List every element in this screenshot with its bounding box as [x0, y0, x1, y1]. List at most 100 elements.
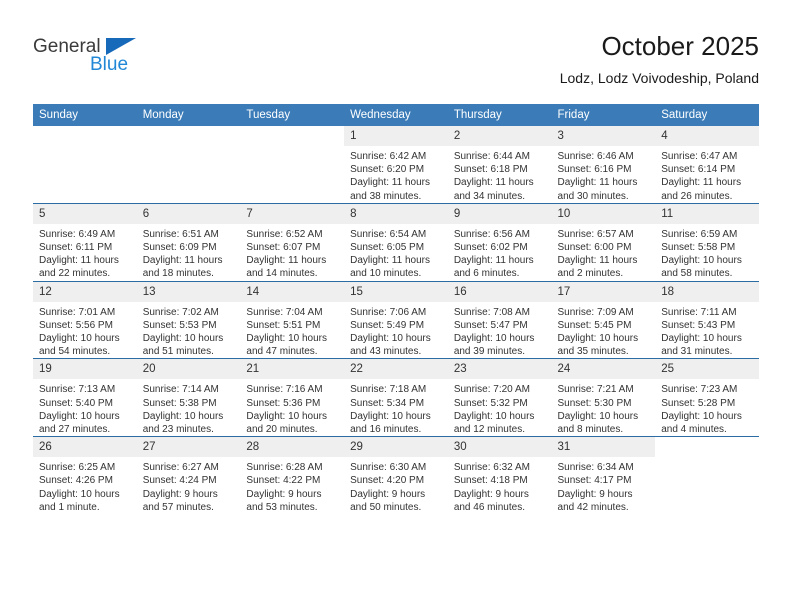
- calendar-day-cell[interactable]: 5 Sunrise: 6:49 AM Sunset: 6:11 PM Daylight…: [33, 202, 137, 282]
- calendar-day-cell[interactable]: 11 Sunrise: 6:59 AM Sunset: 5:58 PM Dayligh…: [655, 202, 759, 282]
- day-info-line: Daylight: 9 hours: [557, 488, 633, 500]
- day-number: 8: [344, 203, 448, 224]
- day-sun-info: Sunrise: 7:23 AM Sunset: 5:28 PM Daylight:…: [655, 379, 759, 436]
- day-number: 10: [551, 203, 656, 224]
- calendar-day-cell[interactable]: 25 Sunrise: 7:23 AM Sunset: 5:28 PM Dayligh…: [655, 358, 759, 437]
- calendar-day-cell[interactable]: 15 Sunrise: 7:06 AM Sunset: 5:49 PM Dayligh…: [344, 280, 448, 359]
- day-number: 18: [655, 281, 759, 302]
- day-number: 24: [551, 359, 656, 380]
- day-info-line: Sunset: 6:00 PM: [557, 242, 632, 254]
- day-info-line: Daylight: 11 hours: [557, 255, 638, 267]
- day-info-line: Daylight: 10 hours: [39, 488, 120, 500]
- calendar-day-cell[interactable]: 19 Sunrise: 7:13 AM Sunset: 5:40 PM Dayligh…: [33, 358, 137, 437]
- day-info-line: Sunset: 4:26 PM: [39, 475, 113, 487]
- calendar-day-cell[interactable]: 18 Sunrise: 7:11 AM Sunset: 5:43 PM Dayligh…: [655, 280, 759, 359]
- calendar-day-cell[interactable]: 16 Sunrise: 7:08 AM Sunset: 5:47 PM Dayligh…: [447, 280, 552, 359]
- day-sun-info: Sunrise: 7:08 AM Sunset: 5:47 PM Daylight:…: [448, 302, 552, 359]
- day-info-line: Sunset: 4:20 PM: [350, 475, 425, 487]
- calendar-day-cell[interactable]: 3 Sunrise: 6:46 AM Sunset: 6:16 PM Daylight…: [551, 126, 656, 204]
- calendar-day-cell[interactable]: 2 Sunrise: 6:44 AM Sunset: 6:18 PM Daylight…: [447, 126, 552, 204]
- day-info-line: Sunrise: 6:57 AM: [557, 228, 634, 240]
- day-info-line: Sunrise: 6:30 AM: [350, 462, 427, 474]
- day-info-line: Sunset: 5:32 PM: [453, 397, 528, 409]
- day-info-line: Sunset: 5:34 PM: [350, 397, 425, 409]
- day-info-line: and 46 minutes.: [453, 501, 525, 513]
- calendar-day-cell[interactable]: 8 Sunrise: 6:54 AM Sunset: 6:05 PM Daylight…: [344, 202, 448, 282]
- day-number: 26: [33, 437, 137, 458]
- day-info-line: Sunset: 5:58 PM: [661, 242, 736, 254]
- calendar-day-cell[interactable]: 12 Sunrise: 7:01 AM Sunset: 5:56 PM Dayligh…: [33, 280, 137, 359]
- day-info-line: Daylight: 10 hours: [453, 333, 535, 345]
- day-info-line: Sunset: 6:05 PM: [350, 242, 425, 254]
- calendar-day-cell[interactable]: 29 Sunrise: 6:30 AM Sunset: 4:20 PM Dayligh…: [344, 436, 448, 515]
- day-info-line: and 1 minute.: [39, 501, 100, 513]
- calendar-day-cell[interactable]: 7 Sunrise: 6:52 AM Sunset: 6:07 PM Daylight…: [240, 202, 345, 282]
- day-info-line: and 38 minutes.: [350, 190, 422, 202]
- calendar-day-cell[interactable]: 23 Sunrise: 7:20 AM Sunset: 5:32 PM Dayligh…: [447, 358, 552, 437]
- day-info-line: and 2 minutes.: [557, 268, 624, 280]
- calendar-day-cell[interactable]: 9 Sunrise: 6:56 AM Sunset: 6:02 PM Daylight…: [447, 202, 552, 282]
- day-sun-info: Sunrise: 6:30 AM Sunset: 4:20 PM Daylight:…: [344, 457, 448, 514]
- calendar-day-cell[interactable]: 13 Sunrise: 7:02 AM Sunset: 5:53 PM Dayligh…: [136, 280, 241, 359]
- day-info-line: Daylight: 10 hours: [557, 410, 639, 422]
- day-info-line: Daylight: 10 hours: [246, 410, 328, 422]
- calendar-day-cell[interactable]: 26 Sunrise: 6:25 AM Sunset: 4:26 PM Dayligh…: [33, 436, 137, 515]
- calendar-day-cell[interactable]: 6 Sunrise: 6:51 AM Sunset: 6:09 PM Daylight…: [136, 202, 241, 282]
- calendar-day-cell[interactable]: 20 Sunrise: 7:14 AM Sunset: 5:38 PM Dayligh…: [136, 358, 241, 437]
- day-sun-info: Sunrise: 6:51 AM Sunset: 6:09 PM Daylight:…: [137, 224, 241, 281]
- day-info-line: and 20 minutes.: [246, 424, 318, 436]
- day-number: 3: [551, 126, 656, 146]
- day-info-line: Sunrise: 6:42 AM: [350, 151, 427, 162]
- day-sun-info: Sunrise: 7:09 AM Sunset: 5:45 PM Daylight:…: [552, 302, 656, 359]
- day-number: 2: [447, 126, 552, 146]
- calendar-day-cell[interactable]: 22 Sunrise: 7:18 AM Sunset: 5:34 PM Dayligh…: [344, 358, 448, 437]
- column-header-friday: Friday: [551, 104, 656, 126]
- day-info-line: Sunrise: 6:28 AM: [246, 462, 323, 474]
- column-header-wednesday: Wednesday: [344, 104, 448, 126]
- day-info-line: Daylight: 11 hours: [39, 255, 119, 267]
- day-number: 9: [447, 203, 552, 224]
- day-info-line: Sunset: 5:51 PM: [246, 319, 321, 331]
- day-number: 5: [33, 203, 137, 224]
- calendar-day-cell[interactable]: 10 Sunrise: 6:57 AM Sunset: 6:00 PM Dayligh…: [551, 202, 656, 282]
- day-info-line: Daylight: 11 hours: [246, 255, 327, 267]
- day-info-line: Daylight: 11 hours: [453, 177, 534, 189]
- page-header: General Blue October 2025 Lodz, Lodz Voi…: [33, 30, 759, 98]
- calendar-day-cell[interactable]: 27 Sunrise: 6:27 AM Sunset: 4:24 PM Dayligh…: [136, 436, 241, 515]
- day-info-line: and 12 minutes.: [453, 424, 525, 436]
- day-info-line: and 10 minutes.: [350, 268, 422, 280]
- day-info-line: and 53 minutes.: [246, 501, 318, 513]
- day-info-line: and 51 minutes.: [142, 346, 214, 358]
- calendar-day-cell[interactable]: 1 Sunrise: 6:42 AM Sunset: 6:20 PM Daylight…: [344, 126, 448, 204]
- calendar-day-cell[interactable]: 21 Sunrise: 7:16 AM Sunset: 5:36 PM Dayligh…: [240, 358, 345, 437]
- day-number: 14: [240, 281, 345, 302]
- calendar-day-cell[interactable]: 4 Sunrise: 6:47 AM Sunset: 6:14 PM Daylight…: [655, 126, 759, 204]
- day-sun-info: Sunrise: 6:56 AM Sunset: 6:02 PM Daylight:…: [448, 224, 552, 281]
- day-number: 11: [655, 203, 759, 224]
- calendar-day-cell[interactable]: 28 Sunrise: 6:28 AM Sunset: 4:22 PM Dayligh…: [240, 436, 345, 515]
- calendar-empty-cell: [136, 126, 241, 204]
- day-info-line: Sunset: 5:53 PM: [142, 319, 217, 331]
- day-number: 19: [33, 359, 137, 380]
- day-number: 6: [136, 203, 241, 224]
- day-sun-info: Sunrise: 7:11 AM Sunset: 5:43 PM Daylight:…: [655, 302, 759, 359]
- day-info-line: and 43 minutes.: [350, 346, 422, 358]
- calendar-day-cell[interactable]: 30 Sunrise: 6:32 AM Sunset: 4:18 PM Dayligh…: [447, 436, 552, 515]
- day-info-line: and 4 minutes.: [661, 424, 727, 436]
- day-info-line: Sunrise: 7:21 AM: [557, 384, 634, 396]
- day-sun-info: Sunrise: 6:34 AM Sunset: 4:17 PM Daylight:…: [552, 457, 656, 514]
- calendar-day-cell[interactable]: 14 Sunrise: 7:04 AM Sunset: 5:51 PM Dayligh…: [240, 280, 345, 359]
- day-info-line: Sunset: 5:40 PM: [39, 397, 113, 409]
- day-info-line: Sunset: 5:45 PM: [557, 319, 632, 331]
- day-info-line: Sunrise: 6:56 AM: [453, 228, 530, 240]
- day-info-line: Daylight: 10 hours: [453, 410, 535, 422]
- day-number: 29: [344, 437, 448, 458]
- day-info-line: Daylight: 9 hours: [246, 488, 322, 500]
- calendar-day-cell[interactable]: 17 Sunrise: 7:09 AM Sunset: 5:45 PM Dayligh…: [551, 280, 656, 359]
- day-sun-info: Sunrise: 6:27 AM Sunset: 4:24 PM Daylight:…: [137, 457, 241, 514]
- day-info-line: and 57 minutes.: [142, 501, 214, 513]
- calendar-day-cell[interactable]: 31 Sunrise: 6:34 AM Sunset: 4:17 PM Dayligh…: [551, 436, 656, 515]
- calendar-day-cell[interactable]: 24 Sunrise: 7:21 AM Sunset: 5:30 PM Dayligh…: [551, 358, 656, 437]
- day-info-line: and 26 minutes.: [661, 190, 733, 202]
- day-sun-info: Sunrise: 6:57 AM Sunset: 6:00 PM Daylight:…: [552, 224, 656, 281]
